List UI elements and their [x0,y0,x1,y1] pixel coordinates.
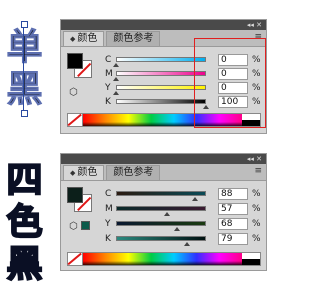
color-spectrum-bar[interactable] [67,113,261,127]
channel-slider[interactable] [116,85,206,90]
channel-value-input[interactable]: 79 [218,233,248,245]
percent-sign: % [252,189,261,199]
panel-tabbar: ◆ 颜色 颜色参考 ≡ [61,164,266,181]
slider-thumb[interactable] [113,91,119,95]
percent-sign: % [252,83,261,93]
slider-row-k: K 79 % [105,233,265,247]
channel-slider[interactable] [116,236,206,241]
none-color-swatch[interactable] [68,253,83,265]
percent-sign: % [252,55,261,65]
channel-value-input[interactable]: 57 [218,203,248,215]
tab-color[interactable]: ◆ 颜色 [63,31,105,46]
label-char: 四 [5,159,43,202]
slider-row-k: K 100 % [105,96,265,110]
spectrum-ramp[interactable] [83,114,242,126]
window-controls[interactable]: ◂◂ ✕ [247,21,262,29]
channel-label: K [105,97,111,107]
channel-label: M [105,204,113,214]
out-of-gamut-cube-icon[interactable]: ⬡ [69,221,78,232]
panel-tabbar: ◆ 颜色 颜色参考 ≡ [61,30,266,47]
slider-row-c: C 0 % [105,54,265,68]
channel-slider[interactable] [116,57,206,62]
tab-arrows-icon: ◆ [70,35,76,43]
slider-thumb[interactable] [192,197,199,201]
channel-slider[interactable] [116,99,206,104]
channel-slider[interactable] [116,206,206,211]
channel-value-input[interactable]: 88 [218,188,248,200]
percent-sign: % [252,69,261,79]
selection-line [23,24,24,114]
slider-thumb[interactable] [164,212,171,216]
panel-menu-icon[interactable]: ≡ [254,166,262,176]
tab-color[interactable]: ◆ 颜色 [63,165,105,180]
tab-color-label: 颜色 [77,167,98,178]
color-panel-four-color-black: ◂◂ ✕ ◆ 颜色 颜色参考 ≡ ⬡ C 88 % M 57 % Y 68 % … [60,153,267,271]
slider-thumb[interactable] [113,77,119,81]
panel-titlebar[interactable]: ◂◂ ✕ [61,20,266,30]
tab-color-guide-label: 颜色参考 [113,33,154,44]
percent-sign: % [252,204,261,214]
channel-slider[interactable] [116,221,206,226]
label-four-color-black: 四 色 黑 [2,159,47,286]
percent-sign: % [252,219,261,229]
white-black-swatches[interactable] [242,253,260,265]
slider-thumb[interactable] [203,105,209,109]
tab-color-guide[interactable]: 颜色参考 [106,165,161,180]
tab-color-label: 颜色 [77,33,98,44]
channel-label: Y [105,219,111,229]
window-controls[interactable]: ◂◂ ✕ [247,155,262,163]
slider-row-y: Y 0 % [105,82,265,96]
panel-titlebar[interactable]: ◂◂ ✕ [61,154,266,164]
channel-value-input[interactable]: 0 [218,82,248,94]
slider-row-m: M 0 % [105,68,265,82]
channel-value-input[interactable]: 68 [218,218,248,230]
none-color-swatch[interactable] [68,114,83,126]
white-black-swatches[interactable] [242,114,260,126]
slider-thumb[interactable] [113,63,119,67]
fill-swatch[interactable] [67,53,83,69]
tab-arrows-icon: ◆ [70,169,76,177]
tab-color-guide-label: 颜色参考 [113,167,154,178]
channel-slider[interactable] [116,71,206,76]
fill-swatch[interactable] [67,187,83,203]
panel-menu-icon[interactable]: ≡ [254,32,262,42]
channel-value-input[interactable]: 0 [218,68,248,80]
label-single-black: 单 黑 [2,27,47,111]
percent-sign: % [252,97,261,107]
selection-handle[interactable] [21,21,28,28]
out-of-gamut-cube-icon[interactable]: ⬡ [69,87,78,98]
channel-label: K [105,234,111,244]
channel-value-input[interactable]: 100 [218,96,248,108]
tab-color-guide[interactable]: 颜色参考 [106,31,161,46]
color-panel-single-black: ◂◂ ✕ ◆ 颜色 颜色参考 ≡ ⬡ C 0 % M 0 % Y 0 % K 1… [60,19,267,134]
color-spectrum-bar[interactable] [67,252,261,266]
percent-sign: % [252,234,261,244]
channel-value-input[interactable]: 0 [218,54,248,66]
spectrum-ramp[interactable] [83,253,242,265]
channel-slider[interactable] [116,191,206,196]
slider-row-c: C 88 % [105,188,265,202]
label-char: 色 [5,201,43,244]
slider-thumb[interactable] [184,242,191,246]
label-char: 黑 [6,69,43,111]
selection-handle[interactable] [21,110,28,117]
label-char: 黑 [5,243,43,286]
slider-row-y: Y 68 % [105,218,265,232]
slider-thumb[interactable] [174,227,181,231]
channel-label: C [105,189,112,199]
gamut-warning-swatch[interactable] [81,221,90,230]
label-char: 单 [6,27,43,69]
slider-row-m: M 57 % [105,203,265,217]
